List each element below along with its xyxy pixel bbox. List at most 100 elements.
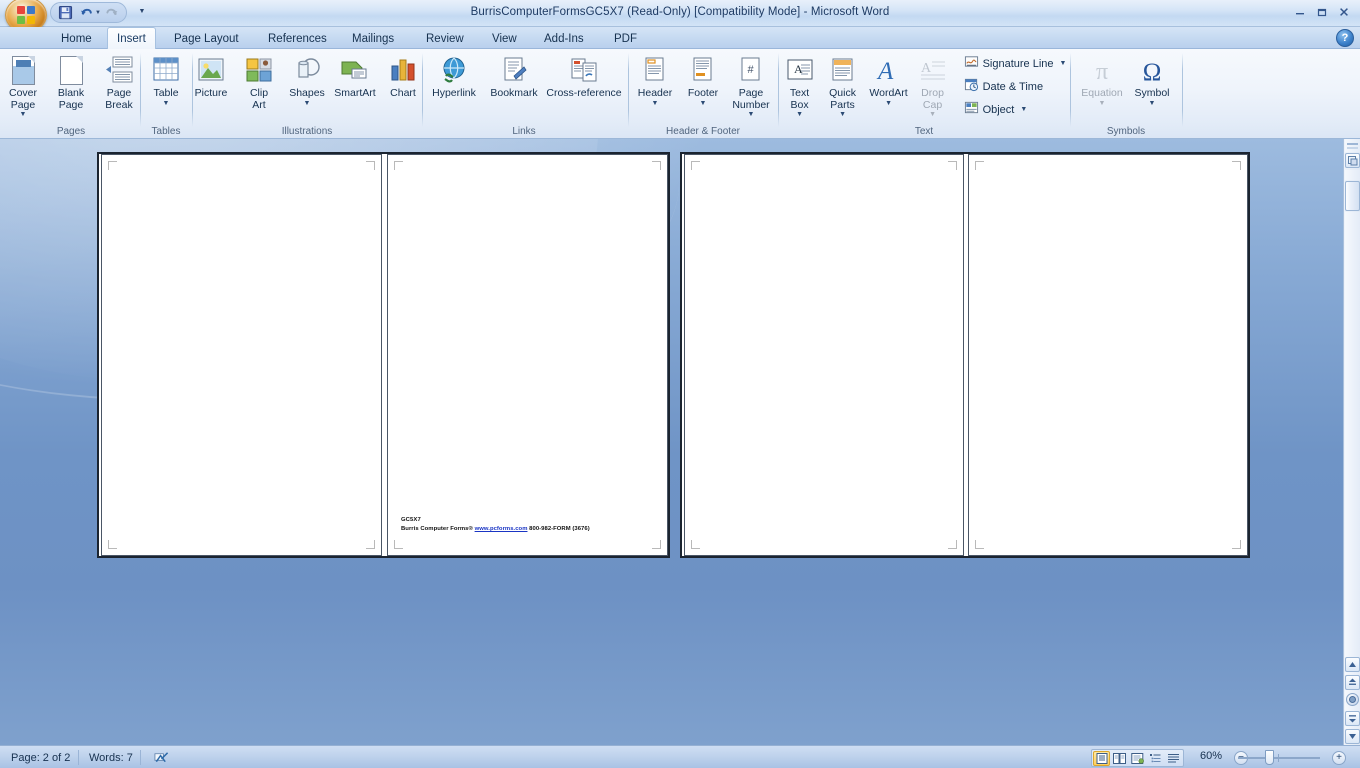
group-label-text: Text — [914, 126, 934, 137]
undo-icon[interactable] — [76, 4, 96, 21]
symbol-dropdown-icon[interactable]: ▼ — [1149, 100, 1156, 107]
tab-review[interactable]: Review — [417, 28, 473, 49]
equation-icon: π — [1087, 54, 1117, 86]
date-time-icon — [964, 77, 979, 97]
select-browse-object-top-icon[interactable] — [1345, 153, 1360, 168]
page-number-button[interactable]: # Page Number ▼ — [727, 52, 775, 118]
group-separator — [628, 53, 629, 127]
customize-quick-access-icon[interactable]: ▼ — [134, 4, 150, 19]
scroll-up-icon[interactable] — [1345, 657, 1360, 672]
draft-button[interactable] — [1165, 751, 1182, 766]
page-2-right[interactable]: GC5X7 Burris Computer Forms® www.pcforms… — [387, 154, 668, 556]
next-page-icon[interactable] — [1345, 711, 1360, 726]
table-button[interactable]: Table ▼ — [142, 52, 190, 107]
tab-pdf[interactable]: PDF — [605, 28, 646, 49]
header-button[interactable]: Header ▼ — [631, 52, 679, 107]
previous-page-icon[interactable] — [1345, 675, 1360, 690]
quick-parts-dropdown-icon[interactable]: ▼ — [839, 111, 846, 118]
redo-icon[interactable] — [102, 4, 122, 21]
vertical-scrollbar[interactable] — [1343, 139, 1360, 745]
print-layout-button[interactable] — [1093, 750, 1110, 766]
minimize-icon[interactable] — [1290, 4, 1310, 20]
group-separator — [422, 53, 423, 127]
scroll-track-upper[interactable] — [1345, 170, 1360, 180]
restore-icon[interactable] — [1312, 4, 1332, 20]
object-dropdown-icon[interactable]: ▼ — [1020, 106, 1027, 113]
window-controls — [1290, 4, 1354, 20]
shapes-dropdown-icon[interactable]: ▼ — [304, 100, 311, 107]
document-body-text[interactable]: GC5X7 Burris Computer Forms® www.pcforms… — [401, 516, 590, 534]
ribbon-group-header-footer: Header ▼ Footer ▼ # Page Number ▼ Header… — [630, 49, 776, 139]
proofing-status-icon[interactable] — [146, 749, 177, 766]
page-number-dropdown-icon[interactable]: ▼ — [748, 111, 755, 118]
object-button[interactable]: Object ▼ — [961, 99, 1070, 120]
group-separator — [1070, 53, 1071, 127]
chart-button[interactable]: Chart — [379, 52, 427, 100]
quick-parts-icon — [830, 54, 856, 86]
split-bar-handle[interactable] — [1345, 139, 1360, 152]
cross-reference-button[interactable]: Cross-reference — [544, 52, 624, 100]
page-indicator[interactable]: Page: 2 of 2 — [4, 749, 77, 766]
group-label-header-footer: Header & Footer — [666, 126, 740, 137]
cover-page-button[interactable]: Cover Page ▼ — [0, 52, 47, 118]
wordart-label: WordArt — [869, 87, 908, 99]
zoom-in-button[interactable]: + — [1332, 751, 1346, 765]
outline-button[interactable] — [1147, 751, 1164, 766]
table-dropdown-icon[interactable]: ▼ — [163, 100, 170, 107]
pcforms-hyperlink[interactable]: www.pcforms.com — [475, 526, 528, 532]
footer-dropdown-icon[interactable]: ▼ — [700, 100, 707, 107]
zoom-slider-track[interactable] — [1238, 754, 1320, 762]
footer-button[interactable]: Footer ▼ — [679, 52, 727, 107]
blank-page-button[interactable]: Blank Page — [47, 52, 95, 111]
chart-label: Chart — [390, 87, 416, 99]
zoom-level[interactable]: 60% — [1200, 750, 1222, 762]
select-browse-object-icon[interactable] — [1346, 693, 1359, 706]
bookmark-button[interactable]: Bookmark — [484, 52, 544, 100]
clip-art-label: Clip Art — [249, 87, 269, 111]
tab-references[interactable]: References — [259, 28, 336, 49]
hyperlink-button[interactable]: Hyperlink — [424, 52, 484, 100]
quick-parts-button[interactable]: Quick Parts ▼ — [821, 52, 865, 118]
tab-page-layout[interactable]: Page Layout — [165, 28, 248, 49]
company-credit-line: Burris Computer Forms® www.pcforms.com 8… — [401, 525, 590, 534]
drop-cap-label: Drop Cap — [921, 87, 944, 111]
header-dropdown-icon[interactable]: ▼ — [652, 100, 659, 107]
shapes-button[interactable]: Shapes ▼ — [283, 52, 331, 107]
help-icon[interactable]: ? — [1336, 29, 1354, 47]
page-break-button[interactable]: Page Break — [95, 52, 143, 111]
signature-line-dropdown-icon[interactable]: ▼ — [1060, 60, 1067, 67]
picture-button[interactable]: Picture — [187, 52, 235, 100]
tab-home[interactable]: Home — [52, 28, 101, 49]
document-canvas[interactable]: GC5X7 Burris Computer Forms® www.pcforms… — [0, 139, 1360, 745]
smartart-button[interactable]: SmartArt — [331, 52, 379, 100]
text-box-dropdown-icon[interactable]: ▼ — [796, 111, 803, 118]
signature-line-button[interactable]: Signature Line ▼ — [961, 53, 1070, 74]
tab-view[interactable]: View — [483, 28, 526, 49]
date-time-button[interactable]: Date & Time — [961, 76, 1070, 97]
wordart-button[interactable]: A WordArt ▼ — [865, 52, 913, 107]
zoom-slider-thumb[interactable] — [1265, 750, 1274, 765]
text-box-button[interactable]: A Text Box ▼ — [779, 52, 821, 118]
tab-add-ins[interactable]: Add-Ins — [535, 28, 593, 49]
page-4-right[interactable] — [968, 154, 1248, 556]
scroll-track[interactable] — [1345, 212, 1360, 732]
word-count[interactable]: Words: 7 — [82, 749, 140, 766]
symbol-button[interactable]: Ω Symbol ▼ — [1128, 52, 1176, 107]
web-layout-button[interactable] — [1129, 751, 1146, 766]
clip-art-button[interactable]: Clip Art — [235, 52, 283, 111]
page-1-left[interactable] — [101, 154, 382, 556]
scroll-down-icon[interactable] — [1345, 729, 1360, 744]
zoom-in-icon: + — [1332, 751, 1346, 765]
wordart-dropdown-icon[interactable]: ▼ — [885, 100, 892, 107]
office-logo-icon — [16, 5, 36, 25]
equation-button: π Equation ▼ — [1076, 52, 1128, 107]
save-icon[interactable] — [55, 4, 75, 21]
close-icon[interactable] — [1334, 4, 1354, 20]
cross-reference-icon — [569, 54, 599, 86]
full-screen-reading-button[interactable] — [1111, 751, 1128, 766]
page-3-left[interactable] — [684, 154, 964, 556]
tab-mailings[interactable]: Mailings — [343, 28, 403, 49]
scroll-thumb[interactable] — [1345, 181, 1360, 211]
tab-insert[interactable]: Insert — [107, 27, 156, 50]
cover-page-dropdown-icon[interactable]: ▼ — [20, 111, 27, 118]
